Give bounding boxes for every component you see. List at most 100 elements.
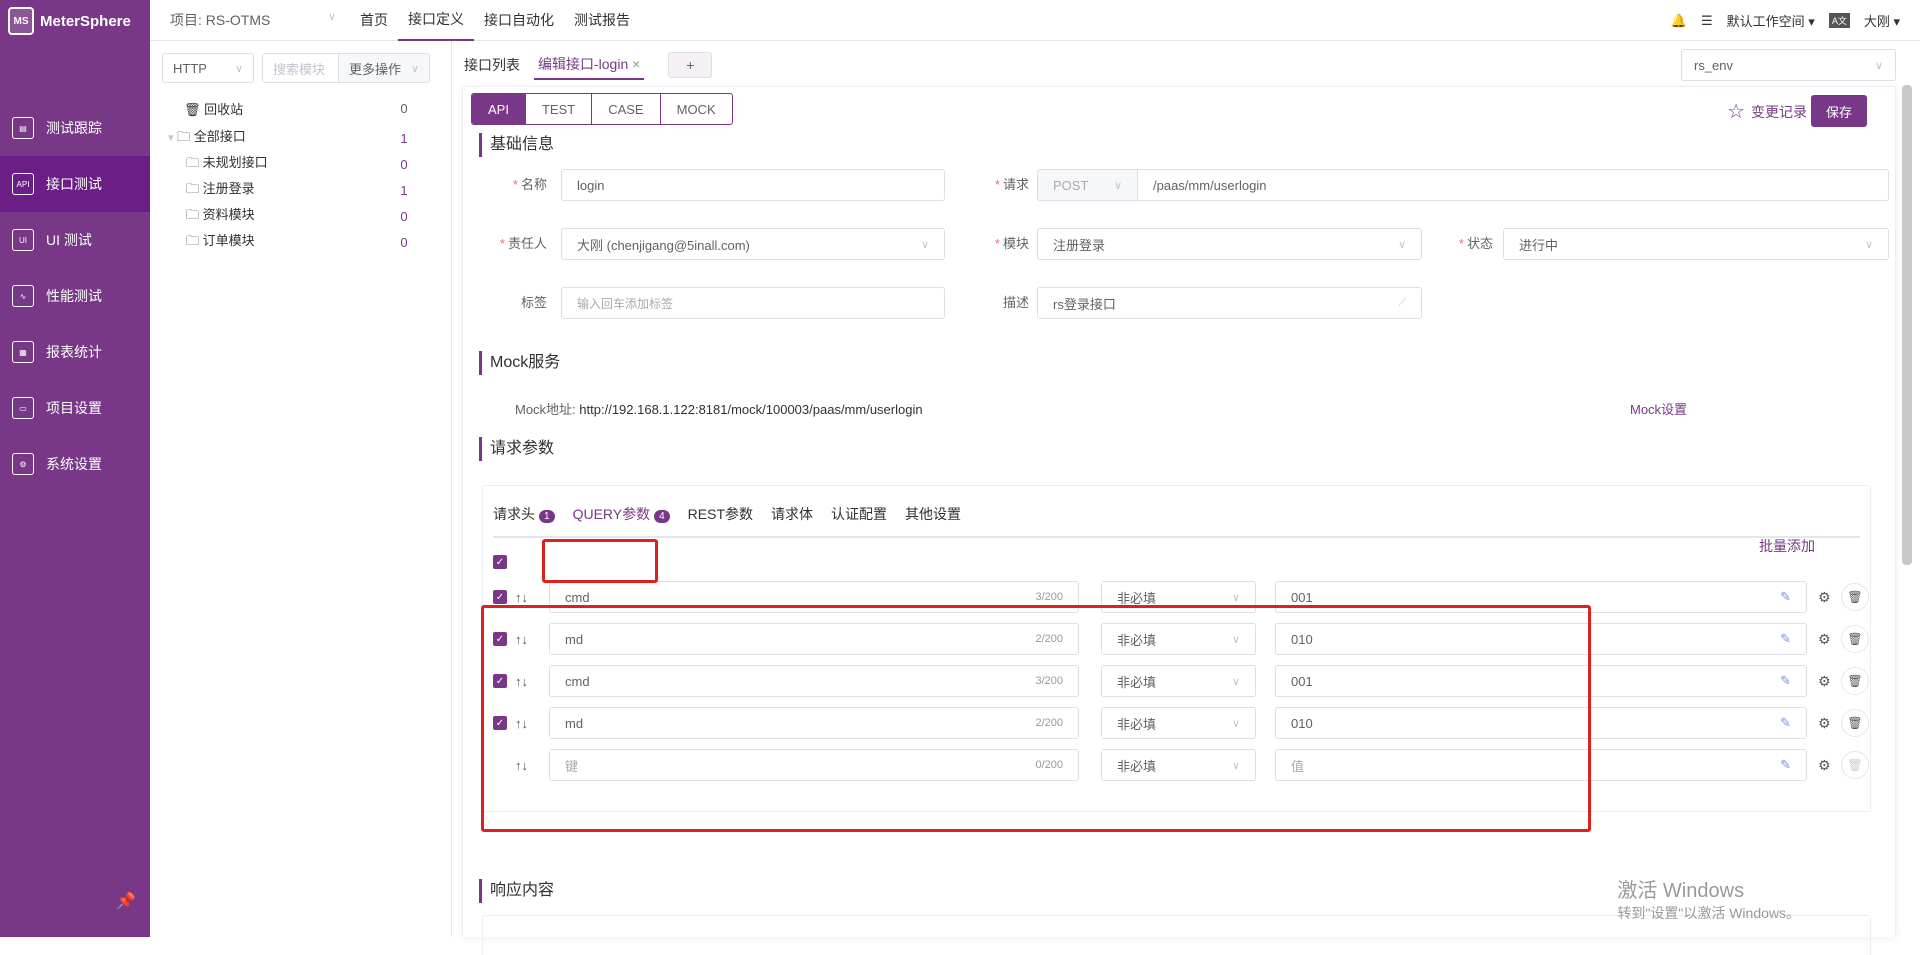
vertical-scrollbar[interactable] (1902, 85, 1912, 565)
edit-pencil-icon[interactable]: ✎ (1780, 589, 1791, 605)
delete-button[interactable]: 🗑 (1841, 751, 1869, 779)
method-select[interactable]: POST∨ (1037, 169, 1138, 201)
tag-input[interactable]: 输入回车添加标签 (561, 287, 945, 319)
edit-pencil-icon[interactable]: ✎ (1780, 673, 1791, 689)
folder-icon: 🗀 (186, 155, 203, 170)
chevron-down-icon: ∨ (921, 238, 929, 251)
top-nav-0[interactable]: 首页 (350, 0, 398, 41)
param-tab-4[interactable]: 认证配置 (831, 504, 887, 524)
tree-node-label: 注册登录 (203, 181, 255, 196)
tab-edit-login[interactable]: 编辑接口-login × (534, 50, 644, 80)
settings-gear-icon[interactable]: ⚙ (1818, 589, 1831, 606)
pin-icon[interactable]: 📌 (116, 891, 136, 911)
tree-node[interactable]: 🗀 未规划接口0 (186, 151, 419, 177)
delete-button[interactable]: 🗑 (1841, 625, 1869, 653)
row-checkbox[interactable]: ✓ (493, 590, 507, 604)
sidebar-item-3[interactable]: ∿性能测试 (0, 268, 150, 324)
tab-api-list[interactable]: 接口列表 (460, 51, 524, 79)
folder-settings-icon: ▭ (12, 397, 34, 419)
language-icon[interactable]: A文 (1829, 13, 1850, 28)
workspace-label: 默认工作空间 (1727, 14, 1805, 29)
mode-api[interactable]: API (472, 94, 526, 124)
tree-node-label: 全部接口 (194, 129, 246, 144)
recycle-bin[interactable]: 🗑 回收站0 (184, 95, 419, 121)
edit-pencil-icon[interactable]: ✎ (1780, 757, 1791, 773)
delete-button[interactable]: 🗑 (1841, 667, 1869, 695)
user-menu[interactable]: 大刚 ▾ (1864, 11, 1900, 30)
batch-add-button[interactable]: 批量添加 (1759, 536, 1815, 556)
edit-pencil-icon[interactable]: ✎ (1780, 715, 1791, 731)
protocol-select[interactable]: HTTP∨ (162, 53, 254, 83)
bell-icon[interactable]: 🔔 (1671, 13, 1687, 29)
top-nav-3[interactable]: 测试报告 (564, 0, 640, 41)
top-nav-1[interactable]: 接口定义 (398, 0, 474, 41)
settings-gear-icon[interactable]: ⚙ (1818, 631, 1831, 648)
settings-gear-icon[interactable]: ⚙ (1818, 715, 1831, 732)
tree-node-count: 0 (389, 235, 419, 250)
close-icon[interactable]: × (632, 56, 640, 72)
mode-test[interactable]: TEST (526, 94, 592, 124)
path-input[interactable]: /paas/mm/userlogin (1137, 169, 1889, 201)
project-select[interactable]: 项目: RS-OTMS∨ (150, 10, 350, 30)
sidebar-item-1[interactable]: API接口测试 (0, 156, 150, 212)
top-nav-2[interactable]: 接口自动化 (474, 0, 564, 41)
name-input[interactable]: login (561, 169, 945, 201)
caret-down-icon[interactable]: ▾ (168, 132, 174, 144)
delete-button[interactable]: 🗑 (1841, 583, 1869, 611)
param-tab-label: 请求头 (493, 506, 535, 522)
chevron-down-icon: ∨ (1232, 591, 1240, 604)
param-tab-5[interactable]: 其他设置 (905, 504, 961, 524)
sidebar-item-2[interactable]: UIUI 测试 (0, 212, 150, 268)
more-actions-button[interactable]: 更多操作∨ (338, 53, 430, 83)
char-count: 3/200 (1035, 591, 1063, 603)
sidebar-item-6[interactable]: ⚙系统设置 (0, 436, 150, 492)
delete-button[interactable]: 🗑 (1841, 709, 1869, 737)
param-tab-3[interactable]: 请求体 (771, 504, 813, 524)
mode-mock[interactable]: MOCK (661, 94, 732, 124)
star-icon[interactable]: ☆ (1727, 99, 1745, 124)
mock-settings-link[interactable]: Mock设置 (1630, 399, 1687, 418)
module-select[interactable]: 注册登录∨ (1037, 228, 1422, 260)
edit-panel: APITESTCASEMOCK ☆变更记录 保存 基础信息 *名称 login … (462, 86, 1896, 937)
tree-node-root[interactable]: ▾ 🗀 全部接口1 (168, 125, 419, 151)
status-select[interactable]: 进行中∨ (1503, 228, 1889, 260)
sidebar-item-4[interactable]: ▦报表统计 (0, 324, 150, 380)
param-tab-2[interactable]: REST参数 (688, 504, 753, 524)
owner-select[interactable]: 大刚 (chenjigang@5inall.com) ∨ (561, 228, 945, 260)
module-search-input[interactable]: 搜索模块 (262, 53, 338, 83)
resize-handle-icon[interactable]: ⟋ (1398, 297, 1406, 310)
mock-address-value[interactable]: http://192.168.1.122:8181/mock/100003/pa… (579, 402, 922, 417)
save-button[interactable]: 保存 (1811, 95, 1867, 127)
task-list-icon[interactable]: ☰ (1701, 13, 1713, 29)
section-request-params: 请求参数 (479, 437, 554, 461)
logo[interactable]: MS MeterSphere (0, 0, 150, 42)
change-history-button[interactable]: ☆变更记录 (1727, 99, 1807, 124)
ui-icon: UI (12, 229, 34, 251)
move-arrows-icon[interactable]: ↑↓ (515, 590, 528, 605)
param-tab-label: 认证配置 (831, 506, 887, 522)
settings-gear-icon[interactable]: ⚙ (1818, 757, 1831, 774)
add-tab-button[interactable]: + (668, 52, 712, 78)
name-label: *名称 (487, 169, 547, 201)
tree-node[interactable]: 🗀 订单模块0 (186, 229, 419, 255)
sidebar-item-5[interactable]: ▭项目设置 (0, 380, 150, 436)
param-tab-0[interactable]: 请求头1 (493, 504, 555, 524)
method-value: POST (1053, 178, 1088, 193)
api-icon: API (12, 173, 34, 195)
edit-pencil-icon[interactable]: ✎ (1780, 631, 1791, 647)
owner-value: 大刚 (chenjigang@5inall.com) (577, 235, 750, 254)
chevron-down-icon: ∨ (411, 62, 419, 75)
tree-node[interactable]: 🗀 资料模块0 (186, 203, 419, 229)
sidebar-item-0[interactable]: ▤测试跟踪 (0, 100, 150, 156)
sidebar-item-label: 性能测试 (46, 286, 102, 306)
workspace-select[interactable]: 默认工作空间 ▾ (1727, 11, 1815, 30)
select-all-checkbox[interactable]: ✓ (493, 555, 507, 569)
description-textarea[interactable]: rs登录接口⟋ (1037, 287, 1422, 319)
param-tab-1[interactable]: QUERY参数4 (573, 504, 670, 524)
mode-case[interactable]: CASE (592, 94, 660, 124)
environment-value: rs_env (1694, 58, 1733, 73)
protocol-value: HTTP (173, 61, 207, 76)
environment-select[interactable]: rs_env∨ (1681, 49, 1896, 81)
settings-gear-icon[interactable]: ⚙ (1818, 673, 1831, 690)
tree-node[interactable]: 🗀 注册登录1 (186, 177, 419, 203)
